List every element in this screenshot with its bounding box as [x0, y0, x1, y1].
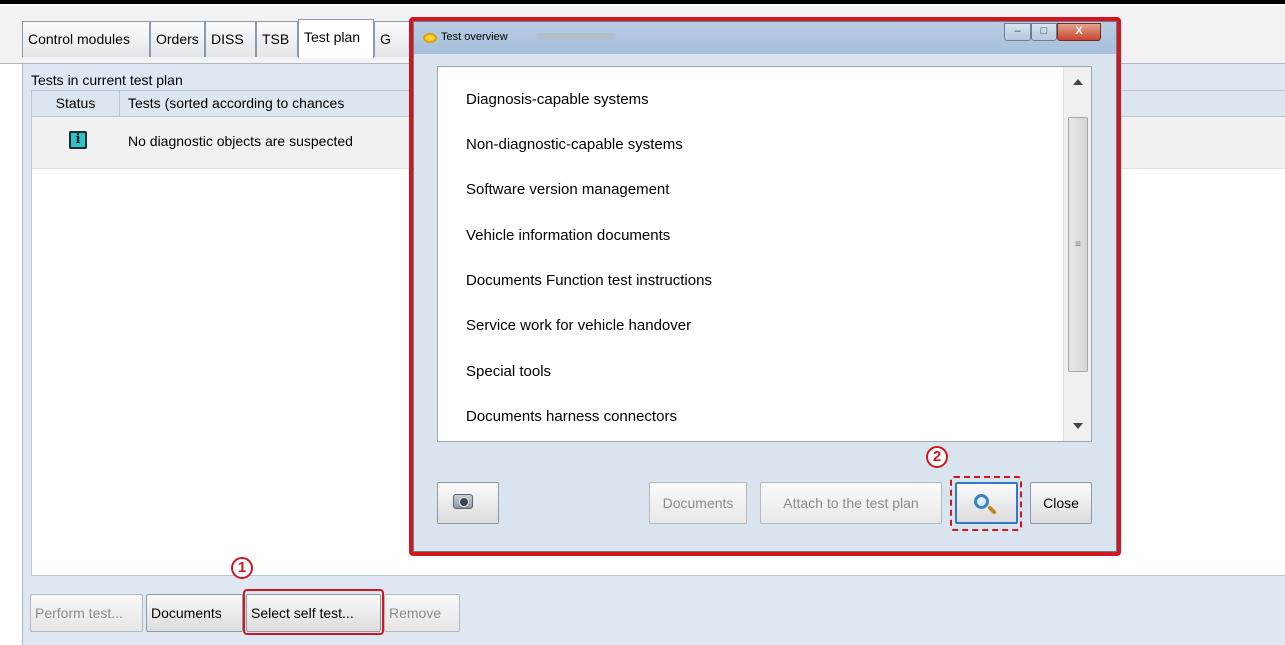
dialog-documents-button[interactable]: Documents	[649, 482, 747, 524]
perform-test-button[interactable]: Perform test...	[30, 594, 143, 632]
camera-icon	[453, 494, 473, 509]
test-overview-dialog: Test overview – □ X Diagnosis-capable sy…	[413, 21, 1117, 552]
dialog-title: Test overview	[441, 31, 508, 43]
row-text: No diagnostic objects are suspected	[128, 133, 353, 149]
list-item[interactable]: Non-diagnostic-capable systems	[466, 136, 683, 153]
scroll-thumb[interactable]: ≡	[1068, 117, 1088, 372]
test-overview-list: Diagnosis-capable systems Non-diagnostic…	[437, 66, 1092, 442]
dialog-titlebar[interactable]: Test overview – □ X	[414, 22, 1116, 54]
info-icon: i	[69, 131, 87, 149]
tab-g[interactable]: G	[374, 21, 410, 57]
maximize-button[interactable]: □	[1031, 23, 1057, 41]
search-button-highlight	[950, 476, 1022, 531]
dialog-close-button[interactable]: Close	[1030, 482, 1092, 524]
tab-orders[interactable]: Orders	[150, 21, 205, 57]
list-item[interactable]: Special tools	[466, 363, 551, 380]
camera-button[interactable]	[437, 482, 499, 524]
group-title: Tests in current test plan	[31, 72, 183, 88]
tab-diss[interactable]: DISS	[205, 21, 256, 57]
column-header-tests[interactable]: Tests (sorted according to chances	[128, 91, 344, 117]
top-border	[0, 0, 1285, 4]
documents-button[interactable]: Documents	[146, 594, 243, 632]
tab-test-plan[interactable]: Test plan	[298, 19, 374, 58]
column-header-status[interactable]: Status	[32, 91, 120, 117]
scroll-up-icon[interactable]	[1073, 79, 1083, 85]
callout-2: 2	[926, 446, 948, 468]
tab-control-modules[interactable]: Control modules	[22, 21, 150, 57]
grip-icon: ≡	[1075, 239, 1081, 250]
scroll-down-icon[interactable]	[1073, 423, 1083, 429]
attach-to-test-plan-button[interactable]: Attach to the test plan	[760, 482, 942, 524]
list-scrollbar[interactable]: ≡	[1063, 67, 1091, 441]
list-item[interactable]: Documents harness connectors	[466, 408, 677, 425]
tab-tsb[interactable]: TSB	[256, 21, 298, 57]
close-window-button[interactable]: X	[1057, 23, 1101, 41]
list-item[interactable]: Documents Function test instructions	[466, 272, 712, 289]
select-self-test-highlight	[243, 589, 384, 635]
list-item[interactable]: Vehicle information documents	[466, 227, 670, 244]
list-item[interactable]: Software version management	[466, 181, 669, 198]
callout-1: 1	[231, 557, 253, 579]
list-item[interactable]: Diagnosis-capable systems	[466, 91, 649, 108]
list-item[interactable]: Service work for vehicle handover	[466, 317, 691, 334]
remove-button[interactable]: Remove	[384, 594, 460, 632]
app-icon	[423, 33, 437, 43]
blurred-title-region	[536, 33, 616, 40]
minimize-button[interactable]: –	[1004, 23, 1031, 41]
